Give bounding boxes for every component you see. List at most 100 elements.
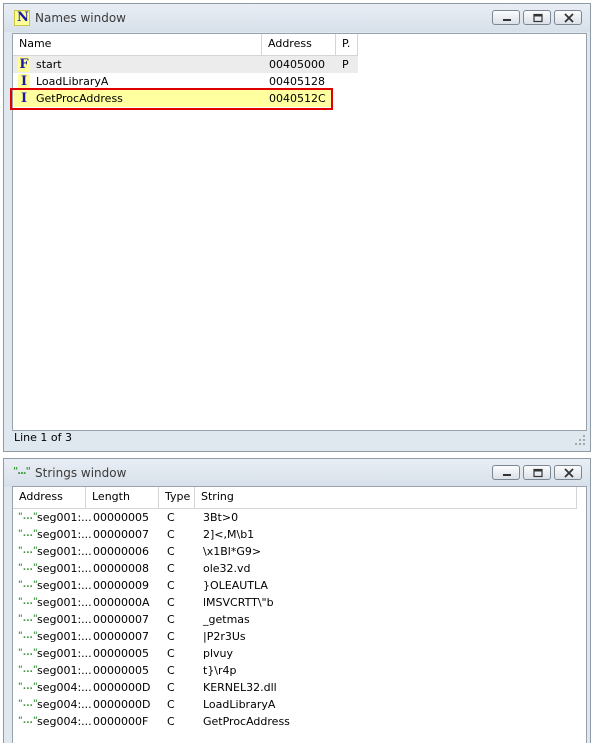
type-cell: C bbox=[167, 528, 175, 541]
strings-table-row[interactable]: "..." seg004:... 0000000F C GetProcAddress bbox=[13, 713, 586, 730]
type-cell: C bbox=[167, 562, 175, 575]
strings-window-title: Strings window bbox=[35, 466, 127, 480]
column-header-address[interactable]: Address bbox=[262, 34, 336, 55]
length-cell: 00000008 bbox=[93, 562, 149, 575]
strings-close-button[interactable] bbox=[554, 465, 582, 480]
string-icon: "..." bbox=[18, 563, 38, 573]
type-cell: C bbox=[167, 647, 175, 660]
length-cell: 00000006 bbox=[93, 545, 149, 558]
length-cell: 0000000D bbox=[93, 681, 151, 694]
strings-window: "..." Strings window Address Length Type… bbox=[3, 458, 591, 743]
strings-table-row[interactable]: "..." seg001:... 0000000A ClMSVCRTT\"b bbox=[13, 594, 586, 611]
strings-table-row[interactable]: "..." seg001:... 00000006 C \x1Bl*G9> bbox=[13, 543, 586, 560]
resize-grip-icon[interactable] bbox=[575, 435, 585, 445]
line-count-status: Line 1 of 3 bbox=[14, 431, 73, 444]
strings-window-titlebar[interactable]: "..." Strings window bbox=[4, 459, 590, 487]
address-cell: seg001:... bbox=[37, 511, 92, 524]
address-cell: seg004:... bbox=[37, 715, 92, 728]
column-header-length[interactable]: Length bbox=[86, 487, 159, 508]
string-icon: "..." bbox=[18, 716, 38, 726]
function-icon: F bbox=[18, 57, 30, 72]
address-cell: seg001:... bbox=[37, 664, 92, 677]
names-window-title: Names window bbox=[35, 11, 126, 25]
address-cell: seg001:... bbox=[37, 528, 92, 541]
strings-table-row[interactable]: "..." seg001:... 00000005 C 3Bt>0 bbox=[13, 509, 586, 526]
selection-highlight-box bbox=[10, 88, 333, 110]
string-cell: 2]<,M\b1 bbox=[203, 528, 255, 541]
type-cell: C bbox=[167, 511, 175, 524]
names-restore-button[interactable] bbox=[523, 10, 551, 25]
close-icon bbox=[564, 13, 574, 23]
strings-table-row[interactable]: "..." seg001:... 00000005 Cplvuy bbox=[13, 645, 586, 662]
type-cell: C bbox=[167, 545, 175, 558]
column-header-string[interactable]: String bbox=[195, 487, 577, 508]
address-cell: seg001:... bbox=[37, 596, 92, 609]
string-cell: GetProcAddress bbox=[203, 715, 290, 728]
strings-table-row[interactable]: "..." seg004:... 0000000D C KERNEL32.dll bbox=[13, 679, 586, 696]
type-cell: C bbox=[167, 681, 175, 694]
strings-table-row[interactable]: "..." seg004:... 0000000D C LoadLibraryA bbox=[13, 696, 586, 713]
string-cell: ole32.vd bbox=[203, 562, 251, 575]
name-cell: start bbox=[36, 58, 62, 71]
strings-header: Address Length Type String bbox=[13, 487, 577, 509]
type-cell: C bbox=[167, 596, 175, 609]
string-icon: "..." bbox=[18, 580, 38, 590]
column-header-public[interactable]: P. bbox=[336, 34, 358, 55]
strings-restore-button[interactable] bbox=[523, 465, 551, 480]
length-cell: 00000007 bbox=[93, 630, 149, 643]
string-icon: "..." bbox=[18, 648, 38, 658]
string-icon: "..." bbox=[18, 529, 38, 539]
names-window-titlebar[interactable]: N Names window bbox=[4, 4, 590, 32]
type-cell: C bbox=[167, 698, 175, 711]
length-cell: 00000009 bbox=[93, 579, 149, 592]
strings-table-row[interactable]: "..." seg001:... 00000008 Cole32.vd bbox=[13, 560, 586, 577]
address-cell: seg001:... bbox=[37, 545, 92, 558]
strings-table-row[interactable]: "..." seg001:... 00000007 C 2]<,M\b1 bbox=[13, 526, 586, 543]
length-cell: 00000005 bbox=[93, 664, 149, 677]
address-cell: seg004:... bbox=[37, 681, 92, 694]
names-header: Name Address P. bbox=[13, 34, 358, 56]
strings-table-row[interactable]: "..." seg001:... 00000007 C _getmas bbox=[13, 611, 586, 628]
length-cell: 0000000F bbox=[93, 715, 149, 728]
string-icon: "..." bbox=[18, 699, 38, 709]
string-cell: plvuy bbox=[203, 647, 234, 660]
string-cell: lMSVCRTT\"b bbox=[203, 596, 274, 609]
address-cell: seg001:... bbox=[37, 647, 92, 660]
restore-icon bbox=[533, 468, 543, 478]
string-icon: "..." bbox=[18, 614, 38, 624]
public-cell: P bbox=[342, 58, 349, 71]
length-cell: 0000000D bbox=[93, 698, 151, 711]
length-cell: 0000000A bbox=[93, 596, 150, 609]
string-cell: |P2r3Us bbox=[203, 630, 246, 643]
strings-table-row[interactable]: "..." seg001:... 00000005 Ct}\r4p bbox=[13, 662, 586, 679]
string-icon: "..." bbox=[18, 631, 38, 641]
string-cell: KERNEL32.dll bbox=[203, 681, 277, 694]
strings-table-row[interactable]: "..." seg001:... 00000007 C |P2r3Us bbox=[13, 628, 586, 645]
string-cell: }OLEAUTLA bbox=[203, 579, 268, 592]
column-header-address[interactable]: Address bbox=[13, 487, 86, 508]
restore-icon bbox=[533, 13, 543, 23]
string-cell: _getmas bbox=[203, 613, 250, 626]
address-cell: seg001:... bbox=[37, 562, 92, 575]
names-status-bar: Line 1 of 3 bbox=[12, 431, 587, 449]
string-cell: LoadLibraryA bbox=[203, 698, 276, 711]
strings-list[interactable]: Address Length Type String "..." seg001:.… bbox=[12, 486, 587, 743]
type-cell: C bbox=[167, 613, 175, 626]
column-header-name[interactable]: Name bbox=[13, 34, 262, 55]
strings-table-row[interactable]: "..." seg001:... 00000009 C}OLEAUTLA bbox=[13, 577, 586, 594]
names-close-button[interactable] bbox=[554, 10, 582, 25]
names-row-start[interactable]: F start 00405000 P bbox=[13, 56, 586, 73]
address-cell: seg001:... bbox=[37, 630, 92, 643]
strings-minimize-button[interactable] bbox=[492, 465, 520, 480]
string-cell: t}\r4p bbox=[203, 664, 237, 677]
minimize-icon bbox=[503, 474, 511, 476]
type-cell: C bbox=[167, 630, 175, 643]
close-icon bbox=[564, 468, 574, 478]
type-cell: C bbox=[167, 664, 175, 677]
names-minimize-button[interactable] bbox=[492, 10, 520, 25]
address-cell: seg001:... bbox=[37, 579, 92, 592]
string-icon: "..." bbox=[18, 512, 38, 522]
address-cell: seg004:... bbox=[37, 698, 92, 711]
column-header-type[interactable]: Type bbox=[159, 487, 195, 508]
length-cell: 00000005 bbox=[93, 647, 149, 660]
